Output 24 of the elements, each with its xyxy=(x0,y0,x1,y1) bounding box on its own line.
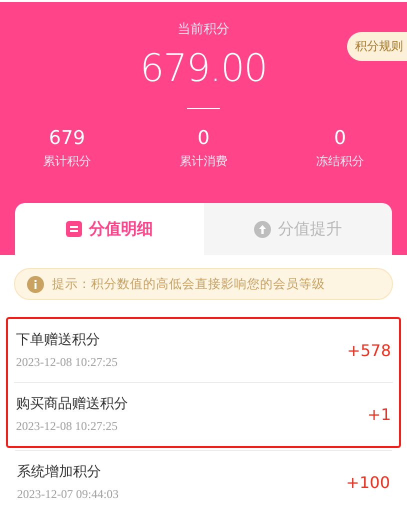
points-title: 当前积分 xyxy=(176,21,230,38)
stat-value: 0 xyxy=(197,127,210,149)
record-title: 下单赠送积分 xyxy=(16,331,101,349)
stat-label: 冻结积分 xyxy=(316,153,364,170)
tab[interactable]: 分值提升 xyxy=(204,203,392,255)
stat-value: 0 xyxy=(334,127,346,149)
info-icon xyxy=(27,276,44,292)
arrow-up-icon xyxy=(254,220,271,238)
record-title: 购买商品赠送积分 xyxy=(16,395,128,413)
rules-button[interactable]: 积分规则 xyxy=(347,32,407,61)
tab[interactable]: 分值明细 xyxy=(15,203,204,255)
record-time: 2023-12-08 10:27:25 xyxy=(16,355,118,370)
points-balance: 679.00 xyxy=(140,46,267,90)
stat-value: 679 xyxy=(48,127,86,149)
list-icon xyxy=(66,221,82,237)
stat-label: 累计消费 xyxy=(180,153,228,170)
stat-label: 累计积分 xyxy=(43,153,91,170)
record-title: 系统增加积分 xyxy=(17,463,102,481)
record-time: 2023-12-08 10:27:25 xyxy=(16,419,119,434)
record-time: 2023-12-07 09:44:03 xyxy=(17,487,119,502)
record-amount: +1 xyxy=(367,405,391,424)
record-amount: +578 xyxy=(347,341,391,360)
tip-text: 提示：积分数值的高低会直接影响您的会员等级 xyxy=(52,276,325,292)
record-amount: +100 xyxy=(346,473,390,492)
